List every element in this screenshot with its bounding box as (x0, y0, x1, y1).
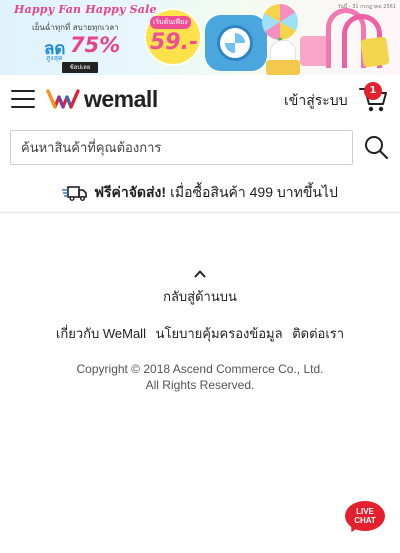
cart-count-badge: 1 (364, 82, 382, 100)
footer-links: เกี่ยวกับ WeMall นโยบายคุ้มครองข้อมูล ติ… (0, 323, 400, 344)
site-header: wemall เข้าสู่ระบบ (0, 75, 400, 123)
delivery-truck-icon (62, 185, 87, 201)
free-shipping-condition: เมื่อซื้อสินค้า 499 บาทขึ้นไป (170, 183, 338, 200)
back-to-top-label: กลับสู่ด้านบน (163, 289, 237, 304)
fan-blade-image (225, 33, 245, 53)
login-link[interactable]: เข้าสู่ระบบ (284, 90, 348, 112)
copyright-line-2: All Rights Reserved. (145, 378, 255, 392)
banner-shop-button[interactable]: ช้อปเลย (62, 62, 98, 73)
free-shipping-title: ฟรีค่าจัดส่ง! (94, 183, 167, 200)
pinwheel-image (262, 4, 298, 40)
footer-link-contact[interactable]: ติดต่อเรา (292, 326, 344, 341)
back-to-top-button[interactable]: กลับสู่ด้านบน (0, 265, 400, 307)
live-chat-line-1: LIVE (356, 507, 374, 516)
live-chat-line-2: CHAT (354, 516, 376, 525)
banner-discount-prefix-sub: สูงสุด (46, 54, 63, 62)
chevron-up-icon (194, 270, 206, 278)
banner-title: Happy Fan Happy Sale (14, 3, 157, 16)
search-bar (0, 123, 400, 173)
free-shipping-banner: ฟรีค่าจัดส่ง! เมื่อซื้อสินค้า 499 บาทขึ้… (0, 173, 400, 213)
banner-price-value: 59.- (150, 30, 199, 55)
copyright-text: Copyright © 2018 Ascend Commerce Co., Lt… (0, 361, 400, 393)
footer-link-privacy[interactable]: นโยบายคุ้มครองข้อมูล (156, 326, 283, 341)
banner-price-label: เริ่มต้นเพียง (150, 16, 191, 29)
wemall-logo[interactable]: wemall (46, 86, 158, 112)
hamburger-menu-icon[interactable] (11, 90, 35, 109)
yellow-cube-image (360, 36, 390, 68)
search-icon[interactable] (362, 133, 390, 161)
wemall-logo-icon (46, 89, 80, 109)
copyright-line-1: Copyright © 2018 Ascend Commerce Co., Lt… (76, 362, 324, 376)
live-chat-label: LIVE CHAT (345, 507, 385, 525)
banner-discount-value: 75% (70, 33, 121, 57)
bunny-pot-image (266, 60, 300, 75)
search-input[interactable] (10, 130, 353, 165)
footer-link-about[interactable]: เกี่ยวกับ WeMall (56, 326, 146, 341)
promo-banner[interactable]: Happy Fan Happy Sale เย็นฉ่ำทุกที่ สบายท… (0, 0, 400, 75)
live-chat-button[interactable]: LIVE CHAT (345, 501, 385, 535)
logo-text: wemall (84, 85, 158, 112)
